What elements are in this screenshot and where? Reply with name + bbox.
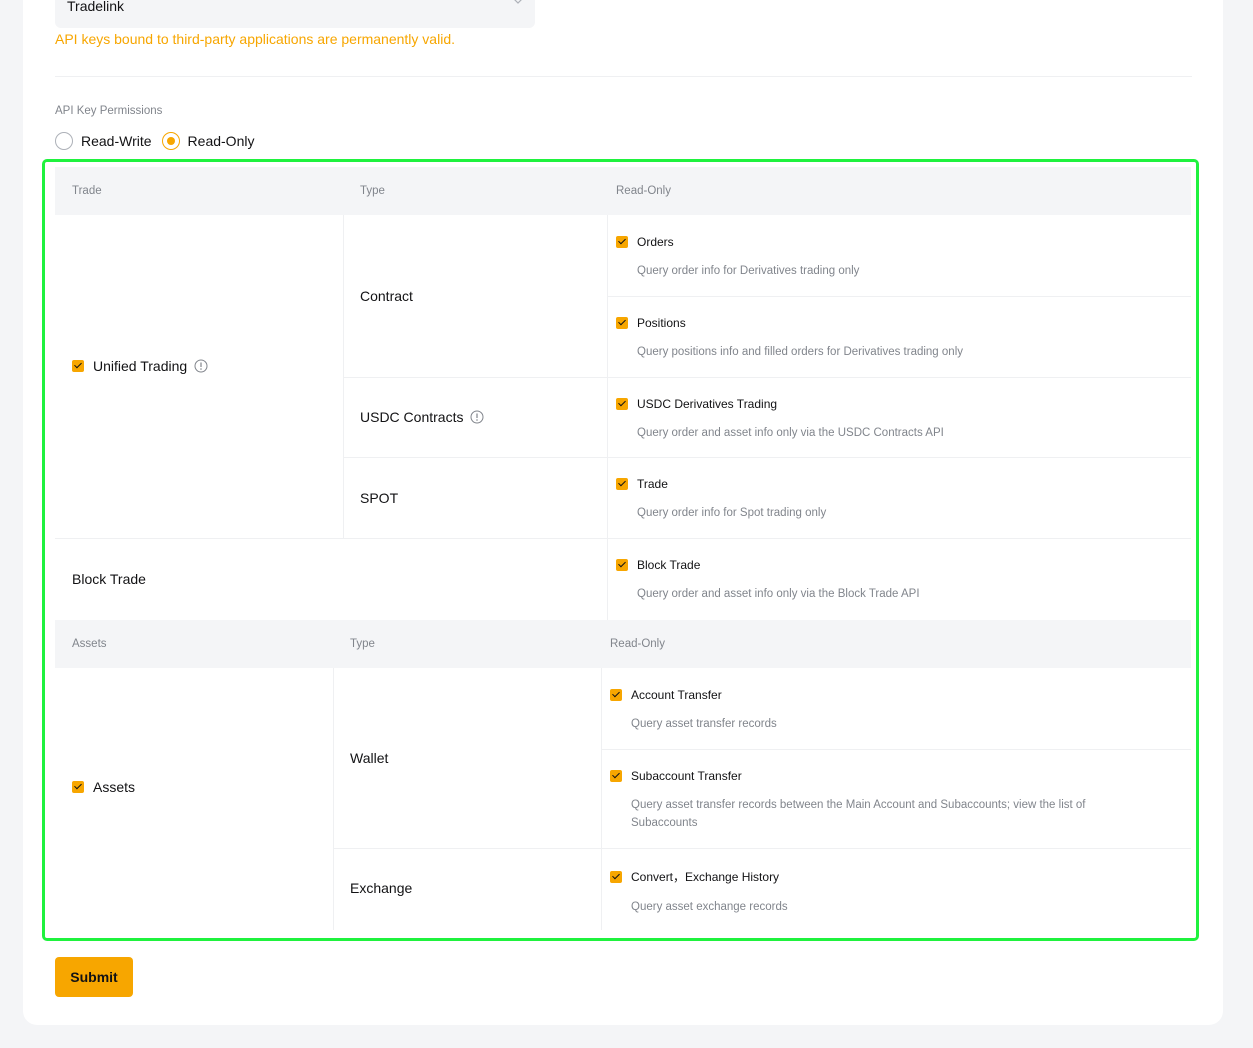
unified-trading-checkbox[interactable]: Unified Trading bbox=[72, 356, 208, 376]
checkbox-checked-icon bbox=[610, 689, 622, 701]
perm-title: Subaccount Transfer bbox=[631, 769, 742, 783]
type-wallet: Wallet bbox=[350, 750, 389, 766]
checkbox-checked-icon bbox=[616, 559, 628, 571]
perm-subaccount-transfer: Subaccount Transfer Query asset transfer… bbox=[610, 769, 1150, 832]
orders-checkbox[interactable]: Orders bbox=[616, 235, 859, 249]
header-read-only: Read-Only bbox=[616, 185, 671, 197]
permissions-label: API Key Permissions bbox=[55, 105, 163, 117]
perm-desc: Query order and asset info only via the … bbox=[637, 427, 944, 439]
checkbox-checked-icon bbox=[610, 870, 622, 883]
third-party-app-select[interactable]: Tradelink bbox=[55, 0, 535, 28]
perm-title: Account Transfer bbox=[631, 688, 722, 702]
perm-title: Positions bbox=[637, 316, 686, 330]
header-type: Type bbox=[350, 638, 375, 650]
radio-read-write[interactable]: Read-Write bbox=[55, 132, 152, 150]
chevron-down-icon bbox=[514, 0, 522, 4]
submit-button[interactable]: Submit bbox=[55, 957, 133, 997]
perm-desc: Query asset exchange records bbox=[631, 901, 788, 913]
checkbox-checked-icon bbox=[616, 398, 628, 410]
header-type: Type bbox=[360, 185, 385, 197]
perm-title: Trade bbox=[637, 477, 668, 491]
table-header: Assets Type Read-Only bbox=[55, 620, 1191, 668]
radio-checked-icon bbox=[161, 132, 180, 150]
account-transfer-checkbox[interactable]: Account Transfer bbox=[610, 688, 777, 702]
positions-checkbox[interactable]: Positions bbox=[616, 316, 963, 330]
type-contract: Contract bbox=[360, 288, 413, 304]
checkbox-checked-icon bbox=[72, 781, 84, 793]
validity-note: API keys bound to third-party applicatio… bbox=[55, 31, 455, 47]
perm-spot-trade: Trade Query order info for Spot trading … bbox=[616, 477, 826, 522]
trade-permissions-table: Trade Type Read-Only Unified Trading Con… bbox=[55, 167, 1191, 620]
subaccount-transfer-checkbox[interactable]: Subaccount Transfer bbox=[610, 769, 1150, 783]
block-trade-checkbox[interactable]: Block Trade bbox=[616, 558, 920, 572]
radio-read-only[interactable]: Read-Only bbox=[161, 132, 255, 150]
radio-label: Read-Only bbox=[187, 133, 255, 149]
type-exchange: Exchange bbox=[350, 880, 413, 896]
spot-trade-checkbox[interactable]: Trade bbox=[616, 477, 826, 491]
info-icon[interactable] bbox=[470, 410, 484, 424]
perm-title: USDC Derivatives Trading bbox=[637, 397, 778, 411]
checkbox-checked-icon bbox=[610, 770, 622, 782]
select-value: Tradelink bbox=[67, 0, 125, 14]
perm-desc: Query order and asset info only via the … bbox=[637, 588, 920, 600]
perm-account-transfer: Account Transfer Query asset transfer re… bbox=[610, 688, 777, 733]
assets-label: Assets bbox=[93, 779, 136, 795]
table-body: Assets Wallet Exchange Account Transfer … bbox=[55, 668, 1191, 930]
assets-checkbox[interactable]: Assets bbox=[72, 777, 135, 797]
perm-desc: Query asset transfer records bbox=[631, 718, 777, 730]
divider bbox=[55, 76, 1192, 77]
perm-convert-exchange-history: Convert，Exchange History Query asset exc… bbox=[610, 868, 788, 916]
perm-title: Block Trade bbox=[637, 558, 701, 572]
checkbox-checked-icon bbox=[616, 478, 628, 490]
radio-label: Read-Write bbox=[81, 133, 152, 149]
perm-desc: Query asset transfer records between the… bbox=[631, 799, 1086, 829]
perm-block-trade: Block Trade Query order and asset info o… bbox=[616, 558, 920, 603]
header-assets: Assets bbox=[72, 638, 107, 650]
perm-positions: Positions Query positions info and fille… bbox=[616, 316, 963, 361]
header-trade: Trade bbox=[72, 185, 102, 197]
perm-orders: Orders Query order info for Derivatives … bbox=[616, 235, 859, 280]
assets-permissions-table: Assets Type Read-Only Assets Wallet Exch… bbox=[55, 620, 1191, 930]
perm-desc: Query order info for Derivatives trading… bbox=[637, 265, 860, 277]
perm-desc: Query positions info and filled orders f… bbox=[637, 346, 963, 358]
convert-exchange-checkbox[interactable]: Convert，Exchange History bbox=[610, 868, 788, 885]
unified-trading-label: Unified Trading bbox=[93, 358, 188, 374]
checkbox-checked-icon bbox=[616, 317, 628, 329]
table-body: Unified Trading Contract USDC Contracts … bbox=[55, 215, 1191, 620]
perm-title: Orders bbox=[637, 235, 674, 249]
permission-radio-group: Read-Write Read-Only bbox=[55, 131, 264, 151]
type-usdc-contracts: USDC Contracts bbox=[360, 407, 484, 427]
checkbox-checked-icon bbox=[616, 236, 628, 248]
table-header: Trade Type Read-Only bbox=[55, 167, 1191, 215]
usdc-derivatives-checkbox[interactable]: USDC Derivatives Trading bbox=[616, 397, 944, 411]
type-spot: SPOT bbox=[360, 490, 399, 506]
radio-unchecked-icon bbox=[55, 132, 73, 150]
info-icon[interactable] bbox=[194, 359, 208, 373]
perm-desc: Query order info for Spot trading only bbox=[637, 507, 827, 519]
usdc-contracts-label: USDC Contracts bbox=[360, 409, 464, 425]
block-trade-label: Block Trade bbox=[72, 571, 146, 587]
header-read-only: Read-Only bbox=[610, 638, 665, 650]
perm-usdc-derivatives: USDC Derivatives Trading Query order and… bbox=[616, 397, 944, 442]
checkbox-checked-icon bbox=[72, 360, 84, 372]
perm-title: Convert，Exchange History bbox=[631, 870, 780, 884]
